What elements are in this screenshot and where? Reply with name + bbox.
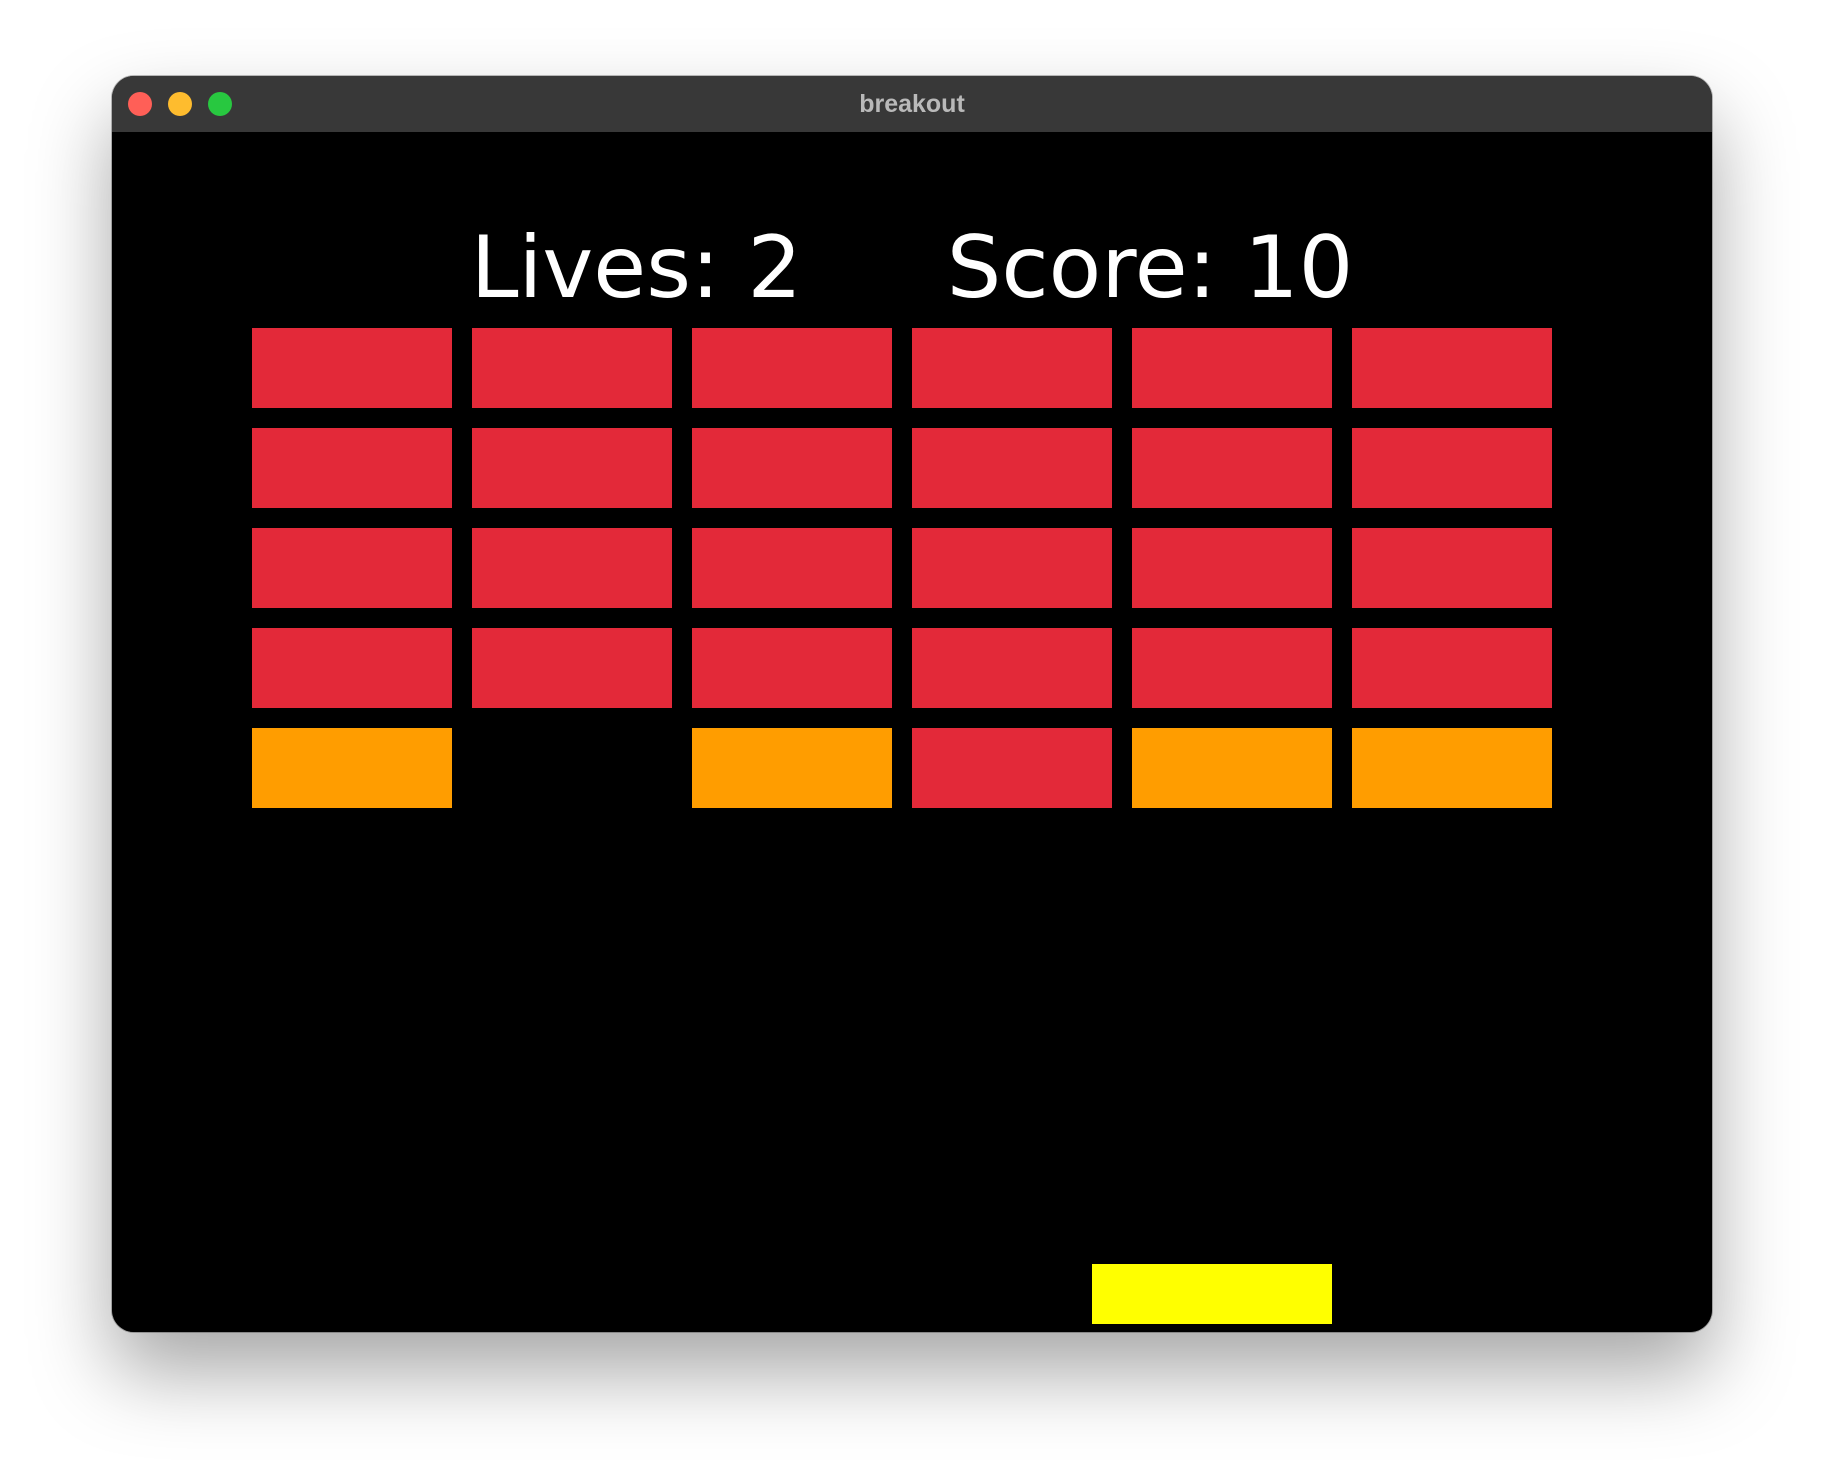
score-label: Score:	[946, 218, 1217, 318]
red-brick	[472, 528, 672, 608]
hud: Lives: 2 Score: 10	[112, 218, 1712, 318]
red-brick	[472, 428, 672, 508]
red-brick	[692, 628, 892, 708]
paddle[interactable]	[1092, 1264, 1332, 1324]
lives-label: Lives:	[470, 218, 721, 318]
red-brick	[912, 428, 1112, 508]
red-brick	[912, 328, 1112, 408]
red-brick	[252, 628, 452, 708]
lives-value: 2	[747, 218, 803, 318]
game-window: breakout Lives: 2 Score: 10	[112, 76, 1712, 1332]
red-brick	[252, 328, 452, 408]
red-brick	[472, 328, 672, 408]
red-brick	[1132, 628, 1332, 708]
title-bar: breakout	[112, 76, 1712, 133]
game-canvas[interactable]: Lives: 2 Score: 10	[112, 132, 1712, 1332]
window-title: breakout	[859, 90, 965, 118]
red-brick	[252, 528, 452, 608]
red-brick	[912, 528, 1112, 608]
red-brick	[692, 428, 892, 508]
red-brick	[1352, 428, 1552, 508]
red-brick	[1352, 528, 1552, 608]
orange-brick	[692, 728, 892, 808]
red-brick	[1132, 328, 1332, 408]
red-brick	[1352, 628, 1552, 708]
red-brick	[1352, 328, 1552, 408]
red-brick	[692, 328, 892, 408]
red-brick	[252, 428, 452, 508]
red-brick	[1132, 528, 1332, 608]
orange-brick	[252, 728, 452, 808]
red-brick	[692, 528, 892, 608]
score-value: 10	[1243, 218, 1354, 318]
red-brick	[912, 628, 1112, 708]
red-brick	[472, 628, 672, 708]
red-brick	[1132, 428, 1332, 508]
orange-brick	[1352, 728, 1552, 808]
red-brick	[912, 728, 1112, 808]
orange-brick	[1132, 728, 1332, 808]
